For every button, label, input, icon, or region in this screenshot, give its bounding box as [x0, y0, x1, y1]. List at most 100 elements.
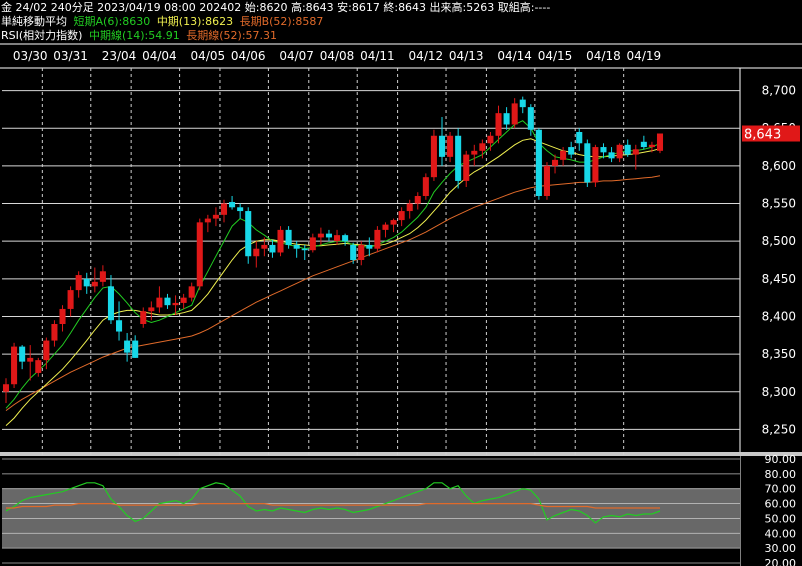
- candle-body: [204, 218, 211, 223]
- candle-body: [511, 103, 518, 125]
- candle-down: [132, 335, 139, 358]
- candle-body: [301, 248, 308, 251]
- candle-body: [495, 113, 502, 136]
- candle-body: [148, 307, 155, 312]
- candle-up: [196, 218, 203, 291]
- candle-body: [398, 211, 405, 221]
- candle-body: [527, 107, 534, 130]
- candle-down: [325, 229, 332, 242]
- rsi-tick-label: 80.00: [765, 468, 797, 481]
- candle-up: [656, 133, 664, 154]
- candle-body: [245, 211, 252, 257]
- candle-body: [277, 229, 284, 253]
- candle-body: [196, 222, 203, 287]
- candle-body: [107, 286, 114, 321]
- candle-up: [406, 199, 413, 219]
- candle-body: [116, 320, 123, 332]
- candle-down: [350, 242, 357, 264]
- chart-canvas[interactable]: 8,7008,6508,6008,5508,5008,4508,4008,350…: [0, 0, 802, 566]
- date-tick-label: 03/30: [13, 49, 48, 63]
- candle-up: [422, 173, 429, 200]
- candle-up: [51, 320, 58, 347]
- candle-up: [334, 229, 341, 245]
- candle-up: [91, 267, 98, 293]
- candle-body: [188, 286, 195, 298]
- candle-body: [220, 203, 228, 215]
- candle-up: [487, 132, 494, 151]
- candle-up: [67, 286, 74, 317]
- candle-down: [83, 272, 90, 294]
- candle-body: [293, 244, 300, 249]
- candle-down: [455, 128, 462, 189]
- candle-body: [132, 340, 139, 358]
- candle-body: [479, 143, 486, 151]
- pane-separator: [0, 452, 802, 456]
- candle-up: [204, 214, 211, 233]
- rsi-band: [2, 456, 740, 566]
- date-tick-label: 04/19: [627, 49, 662, 63]
- candle-up: [398, 207, 405, 227]
- date-tick-label: 03/31: [53, 49, 88, 63]
- candle-up: [27, 345, 34, 381]
- candle-up: [253, 241, 260, 268]
- candle-body: [543, 165, 550, 196]
- candle-body: [180, 297, 187, 303]
- candle-body: [374, 229, 381, 249]
- date-axis: 03/30 03/31 23/04 04/04 04/05 04/06 04/07 04/08…: [13, 49, 661, 63]
- candle-down: [164, 293, 171, 309]
- candle-up: [180, 293, 187, 309]
- candle-up: [212, 207, 219, 227]
- candle-up: [382, 222, 389, 238]
- candle-body: [325, 233, 332, 238]
- price-tick-label: 8,550: [762, 197, 796, 211]
- ma-mid-line: [5, 138, 661, 426]
- candle-up: [447, 132, 454, 163]
- candle-body: [59, 308, 66, 324]
- price-tick-label: 8,700: [762, 84, 796, 98]
- candle-body: [261, 244, 268, 249]
- candle-up: [616, 143, 623, 163]
- candle-body: [35, 360, 42, 373]
- ma-short-line: [5, 120, 661, 409]
- candle-body: [350, 244, 357, 260]
- candle-down: [269, 239, 276, 258]
- rsi-tick-label: 90.00: [765, 453, 797, 466]
- candle-up: [277, 226, 284, 257]
- candle-body: [414, 196, 421, 204]
- rsi-tick-label: 30.00: [765, 542, 797, 555]
- candle-down: [19, 345, 26, 370]
- date-tick-label: 04/14: [497, 49, 532, 63]
- price-tick-label: 8,300: [762, 385, 796, 399]
- candle-down: [535, 128, 542, 200]
- candle-body: [212, 214, 219, 219]
- candle-body: [382, 224, 389, 230]
- candle-body: [552, 159, 559, 166]
- candle-down: [568, 141, 575, 159]
- candle-up: [2, 378, 10, 404]
- candle-down: [438, 116, 446, 166]
- date-tick-label: 04/06: [231, 49, 266, 63]
- candle-body: [156, 297, 163, 308]
- date-tick-label: 04/07: [279, 49, 314, 63]
- candle-body: [503, 113, 510, 125]
- date-tick-label: 04/13: [449, 49, 484, 63]
- candle-body: [27, 357, 34, 362]
- candle-body: [648, 144, 655, 148]
- candle-down: [519, 96, 526, 114]
- candle-body: [656, 133, 664, 151]
- candle-up: [390, 218, 397, 233]
- date-tick-label: 04/18: [586, 49, 621, 63]
- candle-up: [35, 357, 42, 377]
- date-tick-label: 04/08: [320, 49, 355, 63]
- rsi-tick-label: 40.00: [765, 527, 797, 540]
- price-axis: 8,7008,6508,6008,5508,5008,4508,4008,350…: [762, 84, 796, 566]
- candle-body: [67, 290, 74, 309]
- candle-body: [640, 141, 647, 148]
- candle-body: [43, 340, 50, 361]
- candle-down: [527, 104, 534, 136]
- candle-body: [124, 340, 131, 353]
- candle-body: [406, 203, 413, 212]
- candle-body: [616, 144, 623, 159]
- candle-down: [576, 128, 583, 151]
- candle-down: [124, 333, 131, 362]
